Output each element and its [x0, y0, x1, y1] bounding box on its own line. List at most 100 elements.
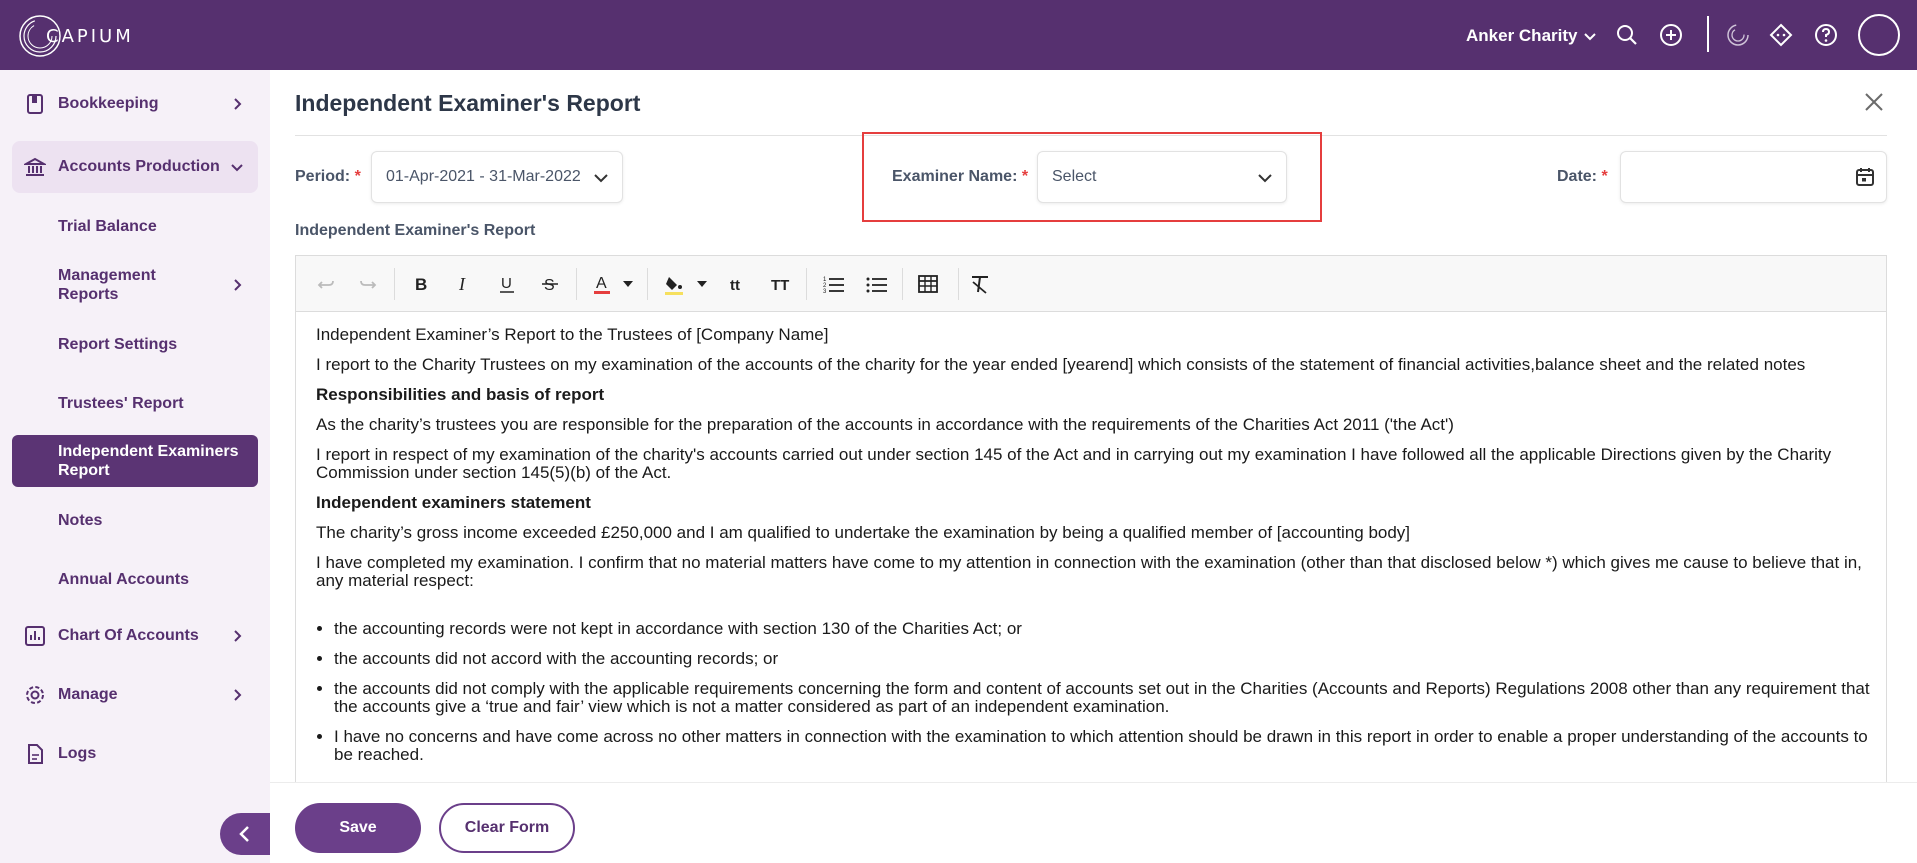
italic-icon[interactable]: I	[452, 272, 476, 296]
sidebar-item-bookkeeping[interactable]: Bookkeeping	[12, 84, 258, 124]
report-subheading: Independent examiners statement	[316, 493, 591, 512]
highlight-dropdown-icon[interactable]	[690, 272, 714, 296]
undo-icon[interactable]	[314, 272, 338, 296]
close-icon[interactable]	[1862, 90, 1886, 114]
rich-text-editor[interactable]: B I U S A tt TT 123 Independent Examiner…	[295, 255, 1887, 863]
gear-icon	[26, 686, 44, 704]
calendar-icon[interactable]	[1854, 166, 1876, 188]
list-item: the accounts did not accord with the acc…	[334, 650, 1871, 668]
sidebar-item-independent-examiners-report[interactable]: Independent Examiners Report	[12, 435, 258, 487]
chevron-down-icon	[1584, 33, 1597, 41]
sidebar-item-notes[interactable]: Notes	[12, 511, 258, 530]
report-bullet-list: the accounting records were not kept in …	[334, 620, 1871, 764]
collapse-sidebar-button[interactable]	[220, 813, 270, 855]
chevron-down-icon	[594, 174, 608, 183]
sidebar-item-label: Manage	[58, 686, 118, 703]
font-size-icon[interactable]: tt	[728, 272, 752, 296]
report-heading: Independent Examiner’s Report to the Tru…	[316, 325, 829, 344]
sidebar-item-accounts-production[interactable]: Accounts Production	[12, 141, 258, 193]
chevron-right-icon	[234, 98, 242, 110]
sidebar: Bookkeeping Accounts Production Trial Ba…	[0, 70, 270, 863]
report-paragraph: I have completed my examination. I confi…	[316, 553, 1862, 590]
svg-text:I: I	[458, 274, 466, 294]
form-footer: Save Clear Form	[270, 782, 1917, 863]
main-content: Independent Examiner's Report Period: * …	[270, 70, 1917, 863]
chevron-down-icon	[231, 164, 243, 172]
sidebar-item-label: Bookkeeping	[58, 95, 159, 112]
text-transform-icon[interactable]: TT	[769, 272, 793, 296]
bank-icon	[24, 157, 46, 176]
examiner-name-select[interactable]: Select	[1037, 151, 1287, 203]
page-title: Independent Examiner's Report	[295, 90, 641, 116]
report-paragraph: The charity’s gross income exceeded £250…	[316, 523, 1411, 542]
sidebar-item-trial-balance[interactable]: Trial Balance	[12, 217, 258, 236]
sidebar-item-logs[interactable]: Logs	[12, 734, 258, 774]
sidebar-item-trustees-report[interactable]: Trustees' Report	[12, 394, 258, 413]
sidebar-item-chart-of-accounts[interactable]: Chart Of Accounts	[12, 616, 258, 656]
chevron-left-icon	[239, 826, 249, 842]
table-icon[interactable]	[916, 272, 940, 296]
report-paragraph: I report in respect of my examination of…	[316, 445, 1832, 482]
sidebar-item-label: Accounts Production	[58, 158, 220, 175]
svg-text:B: B	[415, 275, 427, 294]
svg-text:TT: TT	[771, 277, 789, 294]
clear-form-button[interactable]: Clear Form	[439, 803, 575, 853]
highlight-color-icon[interactable]	[662, 272, 686, 296]
report-paragraph: I report to the Charity Trustees on my e…	[316, 355, 1806, 374]
period-value: 01-Apr-2021 - 31-Mar-2022	[386, 168, 581, 185]
capium-apps-icon[interactable]	[1725, 22, 1751, 48]
unordered-list-icon[interactable]	[865, 272, 889, 296]
chevron-right-icon	[234, 689, 242, 701]
sidebar-item-report-settings[interactable]: Report Settings	[12, 335, 258, 354]
clear-format-icon[interactable]	[968, 272, 992, 296]
svg-text:tt: tt	[730, 277, 740, 294]
book-icon	[27, 94, 43, 114]
svg-text:S: S	[544, 277, 555, 294]
period-select[interactable]: 01-Apr-2021 - 31-Mar-2022	[371, 151, 623, 203]
examiner-name-value: Select	[1052, 168, 1097, 185]
user-avatar[interactable]	[1858, 14, 1900, 56]
search-icon[interactable]	[1614, 22, 1640, 48]
sidebar-item-manage[interactable]: Manage	[12, 675, 258, 715]
sidebar-item-management-reports[interactable]: Management Reports	[12, 266, 258, 304]
top-bar: CAPIUM Anker Charity	[0, 0, 1917, 70]
svg-text:U: U	[501, 275, 512, 292]
add-circle-icon[interactable]	[1658, 22, 1684, 48]
chevron-down-icon	[1258, 174, 1272, 183]
strikethrough-icon[interactable]: S	[538, 272, 562, 296]
editor-content[interactable]: Independent Examiner’s Report to the Tru…	[316, 326, 1871, 776]
sidebar-item-label: Chart Of Accounts	[58, 627, 199, 644]
list-item: the accounting records were not kept in …	[334, 620, 1871, 638]
editor-toolbar: B I U S A tt TT 123	[296, 256, 1886, 312]
report-paragraph: As the charity’s trustees you are respon…	[316, 415, 1454, 434]
bar-chart-icon	[25, 626, 45, 646]
redo-icon[interactable]	[356, 272, 380, 296]
help-icon[interactable]	[1813, 22, 1839, 48]
divider	[1707, 16, 1709, 52]
sidebar-item-label: Logs	[58, 745, 97, 762]
date-label: Date: *	[1557, 168, 1608, 185]
list-item: the accounts did not comply with the app…	[334, 680, 1871, 716]
logo-text: CAPIUM	[46, 26, 134, 47]
organisation-name: Anker Charity	[1466, 26, 1578, 45]
date-field[interactable]	[1620, 151, 1887, 203]
editor-section-label: Independent Examiner's Report	[295, 222, 536, 239]
svg-text:A: A	[596, 275, 607, 292]
chevron-right-icon	[234, 630, 242, 642]
document-icon	[28, 744, 43, 764]
text-color-dropdown-icon[interactable]	[616, 272, 640, 296]
bold-icon[interactable]: B	[409, 272, 433, 296]
ordered-list-icon[interactable]: 123	[822, 272, 846, 296]
chevron-right-icon	[234, 279, 242, 291]
underline-icon[interactable]: U	[495, 272, 519, 296]
support-ticket-icon[interactable]	[1768, 22, 1794, 48]
examiner-name-label: Examiner Name: *	[892, 168, 1029, 185]
save-button[interactable]: Save	[295, 803, 421, 853]
sidebar-item-annual-accounts[interactable]: Annual Accounts	[12, 570, 258, 589]
organisation-selector[interactable]: Anker Charity	[1466, 26, 1597, 46]
svg-text:3: 3	[823, 289, 827, 294]
report-subheading: Responsibilities and basis of report	[316, 385, 605, 404]
list-item: I have no concerns and have come across …	[334, 728, 1871, 764]
text-color-icon[interactable]: A	[590, 272, 614, 296]
period-label: Period: *	[295, 168, 361, 185]
